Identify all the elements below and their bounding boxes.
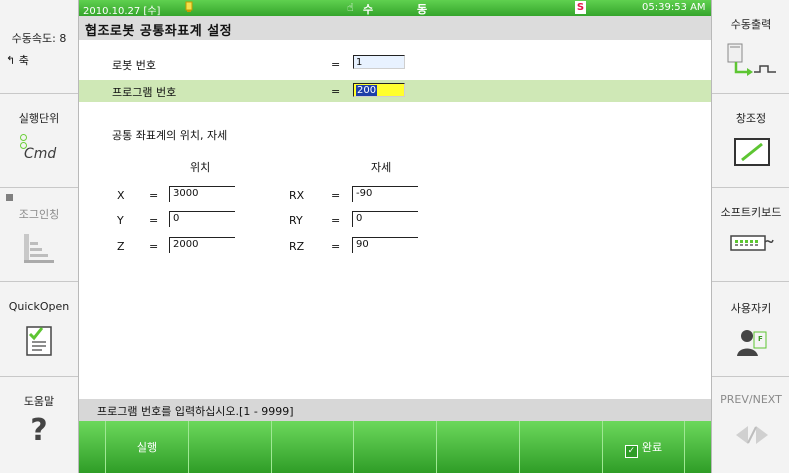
z-eq: = (149, 240, 159, 253)
axis-icon: ↰ (6, 54, 16, 67)
f1-run-button[interactable]: 실행 (105, 421, 188, 473)
user-key-label: 사용자키 (730, 302, 772, 315)
s-badge: S (575, 1, 586, 14)
program-no-input[interactable]: 200 (353, 83, 405, 97)
top-status-bar: 2010.10.27 [수] ☝ 수 동 S 05:39:53 AM (79, 0, 711, 17)
keyboard-icon (730, 232, 774, 258)
ry-input[interactable]: 0 (352, 211, 418, 227)
time-text: 05:39:53 AM (642, 2, 706, 13)
f3-button[interactable] (271, 421, 353, 473)
robot-no-label: 로봇 번호 (112, 59, 156, 72)
quickopen-label: QuickOpen (8, 300, 70, 313)
x-label: X (117, 189, 125, 202)
function-key-bar: 실행 ✓ 완료 (79, 421, 711, 473)
robot-no-eq: = (331, 58, 341, 71)
program-no-label: 프로그램 번호 (112, 86, 177, 99)
f5-button[interactable] (436, 421, 519, 473)
jog-inching-label: 조그인칭 (18, 208, 60, 221)
window-adjust-label: 창조정 (735, 112, 767, 125)
position-header: 위치 (190, 161, 211, 174)
prev-next-arrows-icon (734, 423, 770, 451)
user-key-button[interactable]: 사용자키 F (712, 282, 789, 377)
x-eq: = (149, 189, 159, 202)
status-message-bar: 프로그램 번호를 입력하십시오.[1 - 9999] (79, 399, 711, 421)
robot-no-input[interactable]: 1 (353, 55, 405, 69)
rx-input[interactable]: -90 (352, 186, 418, 202)
user-key-icon: F (736, 326, 768, 362)
f7-done-button[interactable]: ✓ 완료 (602, 421, 685, 473)
help-button[interactable]: 도움말 ? (0, 377, 78, 473)
f7-content: ✓ 완료 (603, 439, 684, 458)
program-no-eq: = (331, 85, 341, 98)
status-message: 프로그램 번호를 입력하십시오.[1 - 9999] (97, 405, 294, 418)
checklist-icon (24, 324, 56, 362)
manual-speed-button[interactable]: 수동속도: 8 ↰ 축 (0, 0, 78, 94)
stairs-icon (22, 232, 56, 270)
f6-button[interactable] (519, 421, 602, 473)
rx-label: RX (289, 189, 305, 202)
cmd-icon: Cmd (18, 134, 62, 166)
mode-label-1: 수 (363, 3, 374, 16)
right-function-panel: 수동출력 창조정 소프트키보드 사용자키 F PREV/NEXT (711, 0, 789, 473)
window-resize-icon (734, 138, 770, 170)
rz-label: RZ (289, 240, 305, 253)
pose-header: 자세 (371, 161, 392, 174)
hand-icon: ☝ (347, 1, 354, 14)
output-signal-icon (726, 42, 780, 86)
exec-unit-label: 실행단위 (18, 112, 60, 125)
user-key-badge: F (758, 335, 763, 343)
soft-keyboard-label: 소프트키보드 (720, 206, 782, 219)
window-adjust-button[interactable]: 창조정 (712, 94, 789, 188)
mode-label-2: 동 (417, 3, 428, 16)
help-question-icon: ? (30, 413, 48, 448)
manual-output-label: 수동출력 (730, 18, 772, 31)
manual-output-button[interactable]: 수동출력 (712, 0, 789, 94)
rz-input[interactable]: 90 (352, 237, 418, 253)
z-input[interactable]: 2000 (169, 237, 235, 253)
quickopen-button[interactable]: QuickOpen (0, 282, 78, 377)
left-function-panel: 수동속도: 8 ↰ 축 실행단위 Cmd 조그인칭 QuickOpen 도움말 … (0, 0, 79, 473)
y-eq: = (149, 214, 159, 227)
y-input[interactable]: 0 (169, 211, 235, 227)
jog-checkbox[interactable] (6, 194, 13, 201)
soft-keyboard-button[interactable]: 소프트키보드 (712, 188, 789, 282)
manual-speed-label: 수동속도: 8 (11, 32, 67, 45)
y-label: Y (117, 214, 124, 227)
axis-label: 축 (18, 54, 29, 67)
axis-indicator: ↰ 축 (6, 52, 29, 68)
title-bar: 협조로봇 공통좌표계 설정 (79, 16, 711, 40)
jog-inching-button[interactable]: 조그인칭 (0, 188, 78, 282)
f2-button[interactable] (188, 421, 271, 473)
rz-eq: = (331, 240, 341, 253)
program-no-value: 200 (356, 85, 378, 96)
page-title: 협조로봇 공통좌표계 설정 (85, 24, 233, 39)
rx-eq: = (331, 189, 341, 202)
ry-label: RY (289, 214, 303, 227)
exec-unit-button[interactable]: 실행단위 Cmd (0, 94, 78, 188)
f1-label: 실행 (136, 441, 158, 454)
prev-next-button[interactable]: PREV/NEXT (712, 377, 789, 473)
check-icon: ✓ (624, 445, 638, 458)
date-text: 2010.10.27 [수] (83, 6, 161, 17)
prev-next-label: PREV/NEXT (720, 393, 782, 406)
f7-label: 완료 (641, 441, 663, 454)
ry-eq: = (331, 214, 341, 227)
section-label: 공통 좌표계의 위치, 자세 (112, 129, 228, 142)
z-label: Z (117, 240, 125, 253)
x-input[interactable]: 3000 (169, 186, 235, 202)
pendant-status-icon (185, 1, 193, 12)
help-label: 도움말 (23, 395, 55, 408)
f4-button[interactable] (353, 421, 436, 473)
